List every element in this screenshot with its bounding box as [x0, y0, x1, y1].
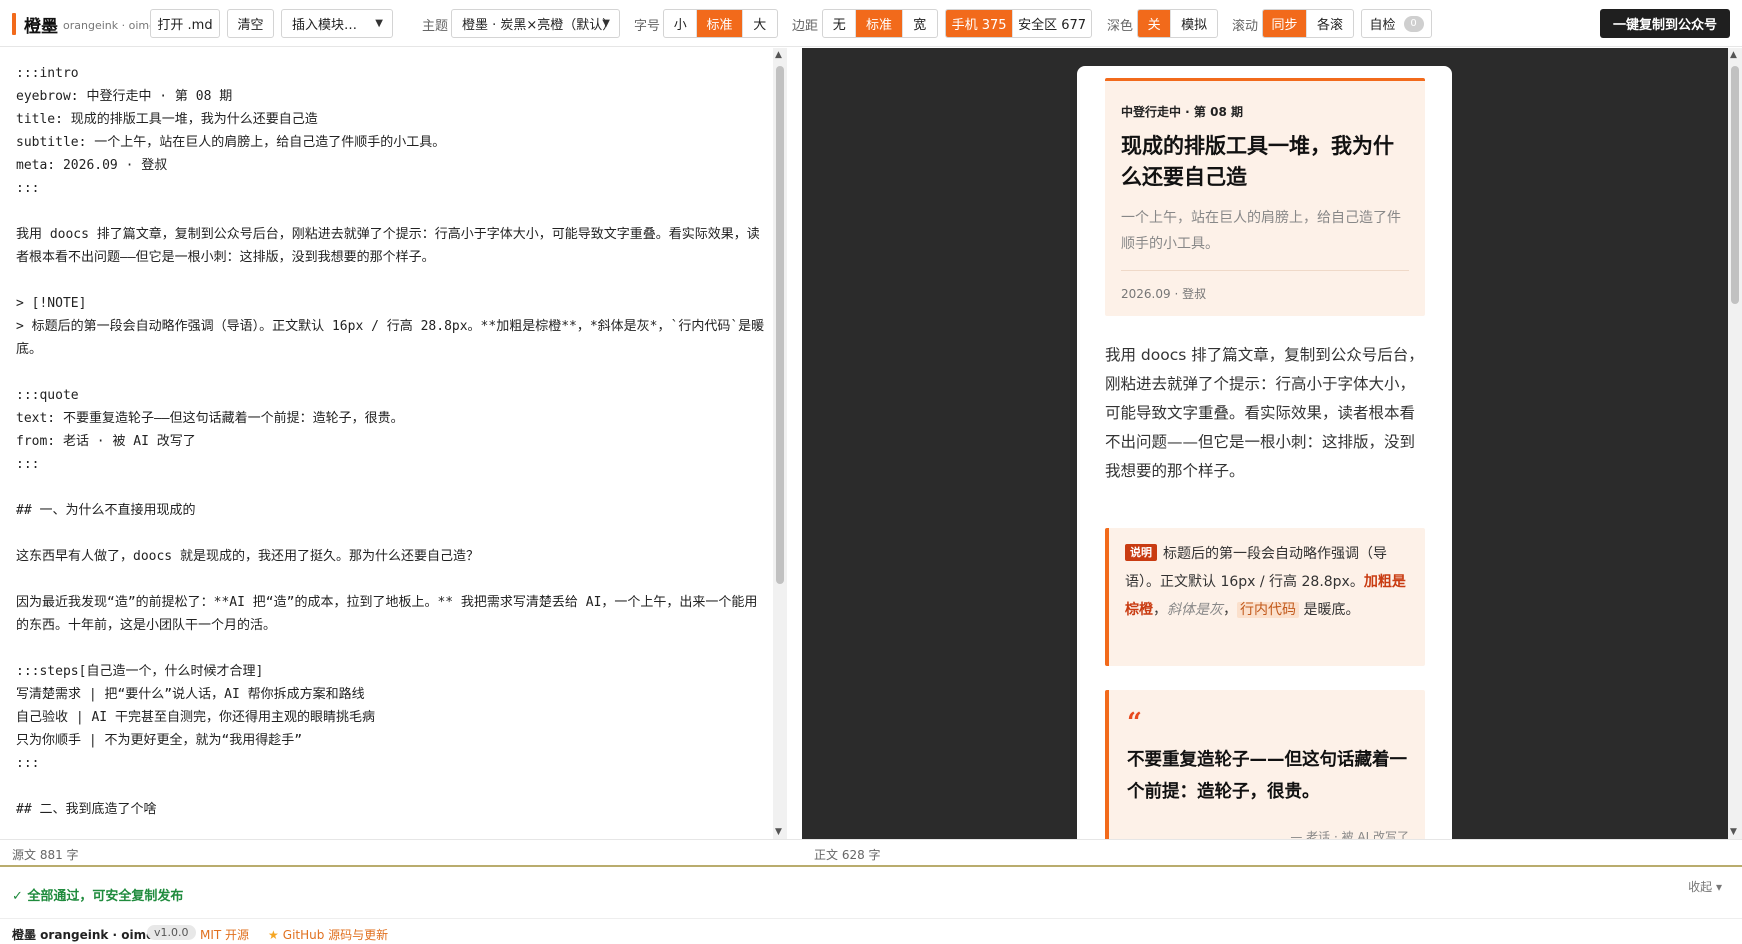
theme-value: 橙墨 · 炭黑×亮橙（默认） — [462, 18, 616, 33]
note-text: 说明 标题后的第一段会自动略作强调（导语）。正文默认 16px / 行高 28.8… — [1125, 540, 1417, 624]
quote-mark-icon: “ — [1127, 708, 1142, 738]
dark-mode-label: 深色 — [1107, 19, 1134, 34]
note-separator: ， — [1153, 602, 1167, 618]
app-name: 橙墨 — [24, 16, 58, 37]
chevron-down-icon: ▼ — [375, 18, 383, 29]
intro-divider — [1121, 270, 1409, 271]
footer-brand: 橙墨 orangeink · oimd — [12, 928, 155, 942]
note-text-part: 是暖底。 — [1303, 602, 1360, 618]
font-size-standard[interactable]: 标准 — [697, 10, 743, 37]
github-link-label: GitHub 源码与更新 — [282, 928, 389, 942]
dark-mode-off[interactable]: 关 — [1138, 10, 1172, 37]
collapse-panel-button[interactable]: 收起 ▾ — [1688, 878, 1722, 895]
font-size-label: 字号 — [634, 19, 661, 34]
brand-accent-bar — [12, 13, 16, 35]
chevron-down-icon: ▼ — [602, 18, 610, 29]
dark-mode-simulate[interactable]: 模拟 — [1171, 10, 1217, 37]
theme-label: 主题 — [422, 19, 449, 34]
intro-title: 现成的排版工具一堆，我为什么还要自己造 — [1121, 134, 1394, 189]
quote-text: 不要重复造轮子——但这句话藏着一个前提：造轮子，很贵。 — [1127, 750, 1407, 802]
scroll-down-icon[interactable]: ▼ — [1730, 827, 1737, 837]
intro-card: 中登行走中 · 第 08 期 现成的排版工具一堆，我为什么还要自己造 一个上午，… — [1105, 78, 1425, 316]
intro-meta: 2026.09 · 登叔 — [1121, 287, 1207, 301]
margin-wide[interactable]: 宽 — [903, 10, 937, 37]
font-size-segmented: 小 标准 大 — [663, 9, 778, 38]
scroll-sync-segmented: 同步 各滚 — [1262, 9, 1354, 38]
intro-eyebrow: 中登行走中 · 第 08 期 — [1121, 105, 1243, 119]
theme-select[interactable]: 橙墨 · 炭黑×亮橙（默认） ▼ — [451, 9, 620, 38]
body-word-count: 正文 628 字 — [814, 848, 881, 862]
note-italic-sample: 斜体是灰 — [1167, 602, 1223, 618]
preview-scrollbar[interactable]: ▲ ▼ — [1728, 48, 1742, 839]
editor-source-text[interactable]: :::intro eyebrow: 中登行走中 · 第 08 期 title: … — [16, 62, 766, 821]
preview-pane: 中登行走中 · 第 08 期 现成的排版工具一堆，我为什么还要自己造 一个上午，… — [802, 48, 1742, 839]
editor-scrollbar[interactable]: ▲ ▼ — [773, 48, 787, 839]
version-badge: v1.0.0 — [147, 925, 196, 940]
scroll-up-icon[interactable]: ▲ — [1730, 50, 1737, 60]
device-segmented: 手机 375 安全区 677 — [945, 9, 1092, 38]
footer: 橙墨 orangeink · oimd v1.0.0 MIT 开源 ★ GitHu… — [0, 918, 1742, 944]
insert-module-placeholder: 插入模块… — [292, 18, 358, 33]
note-separator: ， — [1223, 602, 1237, 618]
pane-divider[interactable] — [787, 48, 802, 839]
self-check-label: 自检 — [1369, 18, 1396, 33]
app-subname: orangeink · oimd — [63, 19, 157, 32]
phone-preview-frame: 中登行走中 · 第 08 期 现成的排版工具一堆，我为什么还要自己造 一个上午，… — [1077, 66, 1452, 839]
scroll-sync[interactable]: 同步 — [1263, 10, 1308, 37]
star-icon: ★ — [268, 928, 279, 942]
source-word-count: 源文 881 字 — [12, 848, 79, 862]
toolbar: 橙墨 orangeink · oimd 打开 .md 清空 插入模块… ▼ 主题… — [0, 0, 1742, 47]
intro-subtitle: 一个上午，站在巨人的肩膀上，给自己造了件顺手的小工具。 — [1121, 210, 1401, 252]
quote-source: — 老话 · 被 AI 改写了 — [1290, 830, 1409, 839]
font-size-large[interactable]: 大 — [743, 10, 777, 37]
self-check-panel: ✓ 全部通过，可安全复制发布 收起 ▾ — [0, 865, 1742, 918]
word-count-bar: 源文 881 字 正文 628 字 — [0, 839, 1742, 865]
note-code-sample: 行内代码 — [1237, 602, 1299, 618]
margin-standard[interactable]: 标准 — [856, 10, 903, 37]
copy-to-wechat-button[interactable]: 一键复制到公众号 — [1600, 9, 1730, 38]
margin-label: 边距 — [792, 19, 819, 34]
device-safe-area-677[interactable]: 安全区 677 — [1013, 10, 1091, 37]
scroll-label: 滚动 — [1232, 19, 1259, 34]
margin-none[interactable]: 无 — [823, 10, 857, 37]
github-link[interactable]: ★ GitHub 源码与更新 — [268, 926, 388, 943]
clear-button[interactable]: 清空 — [227, 9, 274, 38]
device-phone-375[interactable]: 手机 375 — [946, 10, 1014, 37]
self-check-button[interactable]: 自检 0 — [1361, 9, 1432, 38]
markdown-editor[interactable]: :::intro eyebrow: 中登行走中 · 第 08 期 title: … — [0, 48, 787, 839]
margin-segmented: 无 标准 宽 — [822, 9, 938, 38]
open-md-button[interactable]: 打开 .md — [150, 9, 220, 38]
scroll-independent[interactable]: 各滚 — [1307, 10, 1353, 37]
note-text-part: 标题后的第一段会自动略作强调（导语）。正文默认 16px / 行高 28.8px… — [1125, 546, 1387, 590]
quote-block: “ 不要重复造轮子——但这句话藏着一个前提：造轮子，很贵。 — 老话 · 被 A… — [1105, 690, 1425, 839]
scroll-up-icon[interactable]: ▲ — [775, 50, 782, 60]
insert-module-select[interactable]: 插入模块… ▼ — [281, 9, 393, 38]
dark-mode-segmented: 关 模拟 — [1137, 9, 1218, 38]
font-size-small[interactable]: 小 — [664, 10, 698, 37]
note-badge: 说明 — [1125, 544, 1157, 561]
app-brand: 橙墨 orangeink · oimd — [12, 13, 157, 37]
check-pass-message: ✓ 全部通过，可安全复制发布 — [12, 889, 184, 904]
editor-scroll-thumb[interactable] — [776, 66, 784, 584]
lead-paragraph: 我用 doocs 排了篇文章，复制到公众号后台，刚粘进去就弹了个提示：行高小于字… — [1105, 346, 1424, 480]
scroll-down-icon[interactable]: ▼ — [775, 827, 782, 837]
license-link[interactable]: MIT 开源 — [200, 926, 249, 943]
self-check-count-badge: 0 — [1403, 15, 1424, 32]
note-callout: 说明 标题后的第一段会自动略作强调（导语）。正文默认 16px / 行高 28.8… — [1105, 528, 1425, 666]
preview-scroll-thumb[interactable] — [1731, 66, 1739, 304]
